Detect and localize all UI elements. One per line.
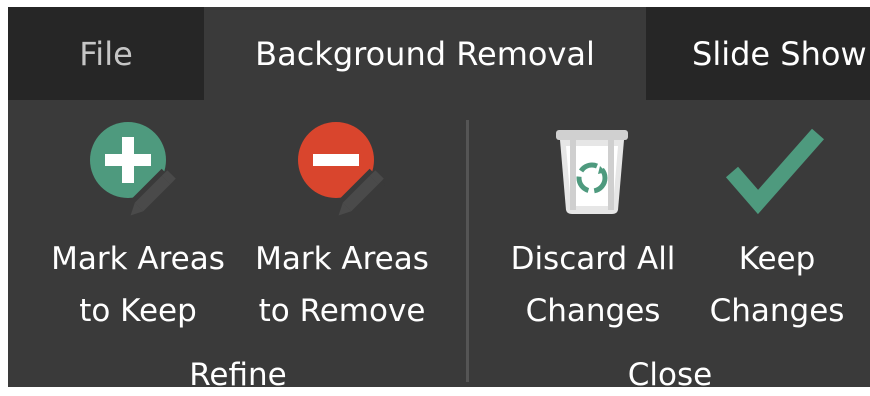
ribbon-panel: Mark Areas to Keep Mark Areas to Remove … [8, 100, 870, 387]
ribbon-frame: File Background Removal Slide Show Mark … [8, 7, 870, 387]
mark-areas-to-remove-button[interactable]: Mark Areas to Remove [240, 100, 444, 340]
keep-label-line2: Changes [709, 293, 845, 329]
discard-label-line1: Discard All [510, 241, 676, 277]
keep-label-line1: Keep [738, 241, 816, 277]
tab-file[interactable]: File [8, 7, 204, 100]
mark-remove-label-line1: Mark Areas [255, 241, 429, 277]
mark-remove-label-line2: to Remove [258, 293, 426, 329]
checkmark-icon [725, 128, 824, 215]
keep-changes-button[interactable]: Keep Changes [692, 100, 862, 340]
plus-pencil-icon [90, 122, 178, 219]
mark-keep-label-line1: Mark Areas [51, 241, 225, 277]
discard-label-line2: Changes [525, 293, 661, 329]
ribbon-tab-bar: File Background Removal Slide Show [8, 7, 870, 100]
refine-group-label: Refine [189, 357, 287, 387]
discard-all-changes-button[interactable]: Discard All Changes [494, 100, 692, 340]
group-divider [466, 120, 469, 382]
mark-keep-label-line2: to Keep [79, 293, 197, 329]
trash-recycle-icon [556, 130, 628, 214]
minus-pencil-icon [298, 122, 386, 219]
tab-background-removal[interactable]: Background Removal [204, 7, 646, 100]
mark-areas-to-keep-button[interactable]: Mark Areas to Keep [36, 100, 240, 340]
close-group-label: Close [627, 357, 713, 387]
tab-slide-show[interactable]: Slide Show [646, 7, 870, 100]
